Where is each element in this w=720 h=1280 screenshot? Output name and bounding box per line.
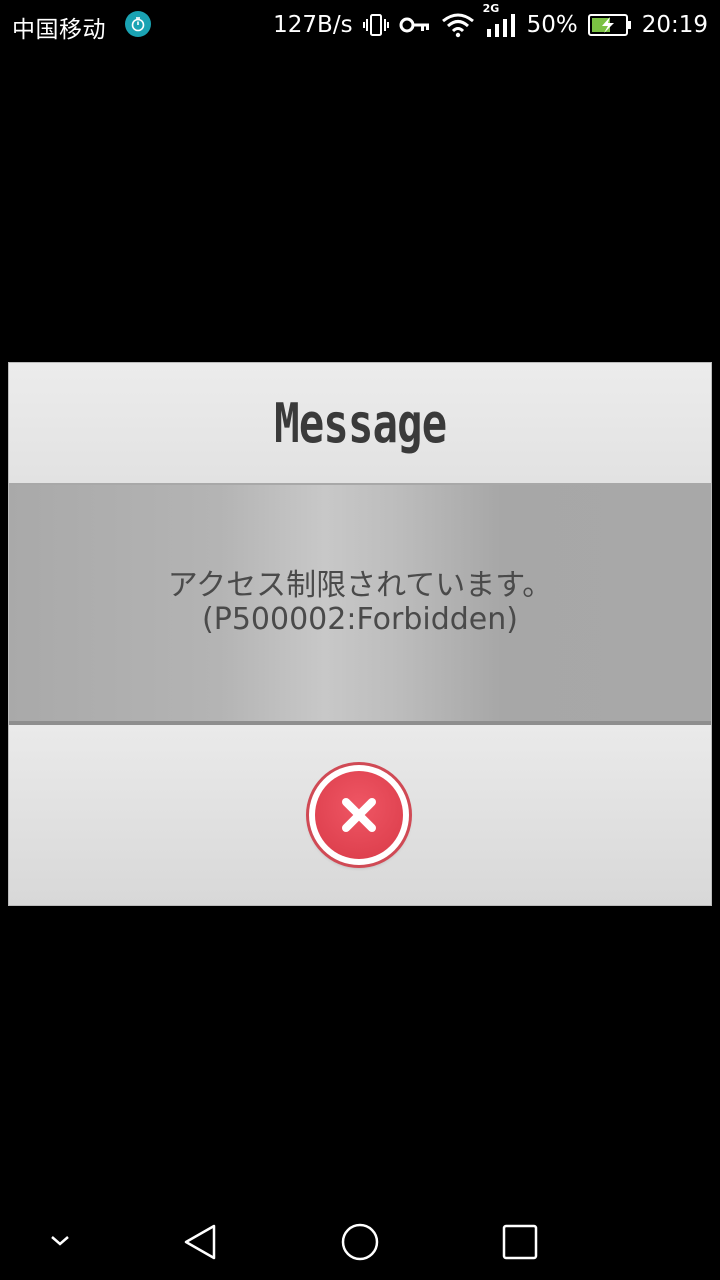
carrier-name: 中国移动 [12, 17, 106, 43]
clock: 20:19 [641, 12, 708, 38]
recents-icon[interactable] [500, 1222, 540, 1266]
dialog-header: Message [9, 363, 711, 485]
stopwatch-icon [125, 11, 151, 37]
battery-charging-icon [587, 14, 632, 36]
close-x-icon [315, 771, 403, 859]
dialog-message-line2: (P500002:Forbidden) [202, 602, 518, 637]
dialog-body: アクセス制限されています。 (P500002:Forbidden) [9, 485, 711, 725]
status-right-group: 127B/s 2G 50% 20:19 [273, 3, 708, 40]
message-dialog: Message アクセス制限されています。 (P500002:Forbidden… [9, 363, 711, 905]
vibrate-icon [362, 13, 389, 37]
network-type: 2G [482, 2, 500, 15]
chevron-down-icon[interactable] [46, 1232, 74, 1254]
back-icon[interactable] [180, 1222, 220, 1266]
dialog-title: Message [273, 391, 447, 455]
navigation-bar [0, 1206, 720, 1280]
key-icon [399, 15, 431, 35]
status-bar: 中国移动 127B/s 2G 50% 20:19 [0, 0, 720, 50]
screen: 中国移动 127B/s 2G 50% 20:19 Message アクセス制限さ… [0, 0, 720, 1280]
battery-percent: 50% [526, 12, 578, 38]
dialog-footer [9, 725, 711, 905]
signal-icon: 2G [483, 3, 517, 38]
close-button[interactable] [309, 765, 409, 865]
dialog-message-line1: アクセス制限されています。 [167, 568, 553, 603]
wifi-icon [441, 12, 475, 38]
net-speed: 127B/s [273, 12, 353, 38]
home-icon[interactable] [340, 1222, 380, 1266]
